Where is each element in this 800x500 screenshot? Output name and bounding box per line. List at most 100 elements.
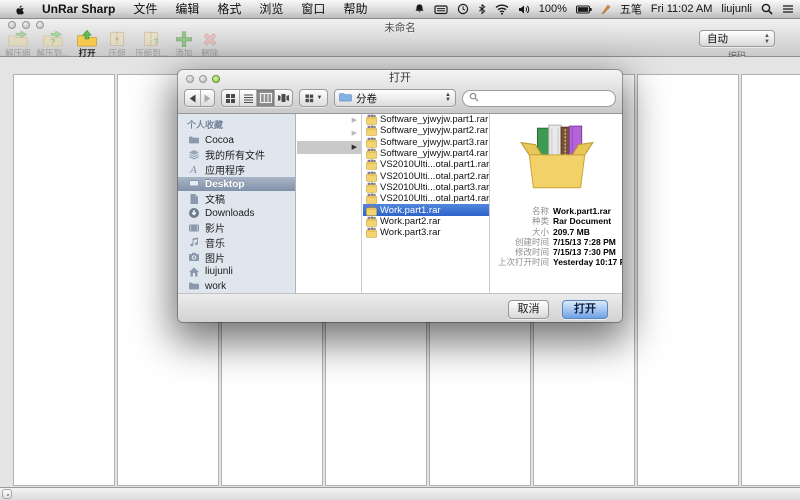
info-label: 上次打开时间	[491, 256, 549, 268]
pen-icon[interactable]	[601, 4, 611, 15]
file-row[interactable]: Software_yjwyjw.part4.rar	[363, 148, 489, 159]
bluetooth-icon[interactable]	[478, 3, 486, 15]
dialog-zoom-button[interactable]	[212, 75, 220, 83]
sidebar-item-影片[interactable]: 影片	[178, 221, 295, 236]
file-row[interactable]: Work.part2.rar	[363, 216, 489, 227]
file-row[interactable]: Software_yjwyjw.part2.rar	[363, 125, 489, 136]
wifi-icon[interactable]	[495, 4, 509, 15]
forward-button[interactable]	[200, 90, 215, 106]
menu-clock[interactable]: Fri 11:02 AM	[651, 3, 713, 15]
toolbar-extract-to-button[interactable]: ?解压到...	[34, 31, 73, 59]
arrange-menu-button[interactable]: ▼	[300, 90, 327, 106]
rar-file-icon	[366, 125, 377, 136]
file-row[interactable]: Work.part3.rar	[363, 227, 489, 238]
file-row[interactable]: VS2010Ulti...otal.part4.rar	[363, 193, 489, 204]
toolbar-open-button[interactable]: 打开	[72, 31, 102, 59]
sidebar-item-desktop[interactable]: Desktop	[178, 177, 295, 192]
file-name: Software_yjwyjw.part3.rar	[380, 137, 488, 148]
file-name: Work.part2.rar	[380, 216, 441, 227]
encoding-dropdown[interactable]: 自动 ▲▼	[699, 30, 775, 47]
arrange-segment: ▼	[299, 89, 328, 107]
file-row[interactable]: VS2010Ulti...otal.part1.rar	[363, 159, 489, 170]
toolbar-compress-button[interactable]: 压缩	[102, 31, 132, 59]
bell-icon[interactable]	[414, 3, 425, 15]
menu-帮助[interactable]: 帮助	[334, 0, 376, 19]
battery-percentage[interactable]: 100%	[539, 3, 567, 15]
sidebar-item-应用程序[interactable]: A应用程序	[178, 162, 295, 177]
dialog-footer: 取消 打开	[178, 293, 622, 322]
sidebar-item-downloads[interactable]: Downloads	[178, 206, 295, 221]
icon-view-button[interactable]	[222, 90, 239, 106]
info-value: Rar Document	[549, 216, 611, 226]
dialog-header: 打开 ▼ 分卷 ▲▼	[178, 70, 622, 114]
file-row[interactable]: Software_yjwyjw.part1.rar	[363, 114, 489, 125]
open-button[interactable]: 打开	[562, 300, 608, 319]
sidebar-section-header: 个人收藏	[178, 114, 295, 133]
search-field[interactable]	[462, 90, 616, 107]
menu-窗口[interactable]: 窗口	[292, 0, 334, 19]
clock-icon[interactable]	[457, 3, 469, 15]
menu-格式[interactable]: 格式	[208, 0, 250, 19]
menu-浏览[interactable]: 浏览	[250, 0, 292, 19]
chevron-right-icon: ▶	[352, 129, 357, 137]
search-input[interactable]	[482, 92, 615, 105]
keyboard-icon[interactable]	[434, 4, 448, 15]
dropdown-arrows-icon: ▲▼	[764, 33, 770, 45]
sidebar-item-work[interactable]: work	[178, 279, 295, 293]
compress-to-icon: ?	[139, 31, 163, 47]
delete-icon	[200, 31, 220, 47]
coverflow-view-button[interactable]	[274, 90, 292, 106]
dialog-close-button[interactable]	[186, 75, 194, 83]
rar-file-icon	[366, 205, 377, 216]
sidebar-item-文稿[interactable]: 文稿	[178, 191, 295, 206]
home-icon	[187, 266, 200, 278]
menu-编辑[interactable]: 编辑	[166, 0, 208, 19]
compress-icon	[105, 31, 129, 47]
spotlight-icon[interactable]	[761, 3, 773, 15]
info-value: 7/15/13 7:30 PM	[549, 247, 616, 257]
info-value: Yesterday 10:17 PM	[549, 257, 622, 267]
file-row[interactable]: VS2010Ulti...otal.part3.rar	[363, 182, 489, 193]
toolbar-compress-to-button[interactable]: ?压缩到...	[132, 31, 171, 59]
back-button[interactable]	[185, 90, 200, 106]
sidebar-item-音乐[interactable]: 音乐	[178, 235, 295, 250]
menu-文件[interactable]: 文件	[124, 0, 166, 19]
location-dropdown[interactable]: 分卷 ▲▼	[334, 89, 456, 107]
sidebar-item-label: 影片	[205, 220, 225, 235]
app-menu-title[interactable]: UnRar Sharp	[33, 2, 124, 16]
apple-menu-icon[interactable]	[6, 3, 33, 16]
user-name[interactable]: liujunli	[721, 3, 752, 15]
battery-icon[interactable]	[576, 5, 592, 14]
toolbar-add-button[interactable]: 添加	[171, 31, 197, 59]
sidebar-item-label: Cocoa	[205, 135, 234, 146]
file-row[interactable]: VS2010Ulti...otal.part2.rar	[363, 170, 489, 181]
cancel-button[interactable]: 取消	[508, 300, 549, 319]
column-view-button[interactable]	[256, 90, 274, 106]
list-view-button[interactable]	[239, 90, 256, 106]
parent-folder-row[interactable]: ▶	[297, 127, 361, 140]
dialog-minimize-button[interactable]	[199, 75, 207, 83]
notification-icon[interactable]	[782, 4, 794, 14]
sidebar-item-liujunli[interactable]: liujunli	[178, 264, 295, 279]
folder-icon	[339, 92, 352, 105]
rar-file-icon	[366, 227, 377, 238]
open-dialog: 打开 ▼ 分卷 ▲▼	[178, 70, 622, 322]
input-method-label[interactable]: 五笔	[620, 1, 642, 17]
sidebar-item-cocoa[interactable]: Cocoa	[178, 133, 295, 148]
rar-file-icon	[366, 216, 377, 227]
rar-file-icon	[366, 137, 377, 148]
status-bar	[0, 487, 800, 500]
sidebar-item-我的所有文件[interactable]: 我的所有文件	[178, 148, 295, 163]
toolbar-delete-button[interactable]: 删除	[197, 31, 223, 59]
volume-icon[interactable]	[518, 4, 530, 15]
sidebar-item-图片[interactable]: 图片	[178, 250, 295, 265]
rar-file-icon	[366, 148, 377, 159]
file-name: Work.part1.rar	[380, 205, 441, 216]
sidebar-toggle-grip[interactable]	[2, 489, 12, 499]
folder-icon	[187, 134, 200, 146]
file-row[interactable]: Work.part1.rar	[363, 204, 489, 215]
parent-folder-row[interactable]: ▶	[297, 114, 361, 127]
file-row[interactable]: Software_yjwyjw.part3.rar	[363, 137, 489, 148]
parent-folder-row[interactable]: ▶	[297, 141, 361, 154]
toolbar-extract-button[interactable]: 解压缩	[2, 31, 34, 59]
